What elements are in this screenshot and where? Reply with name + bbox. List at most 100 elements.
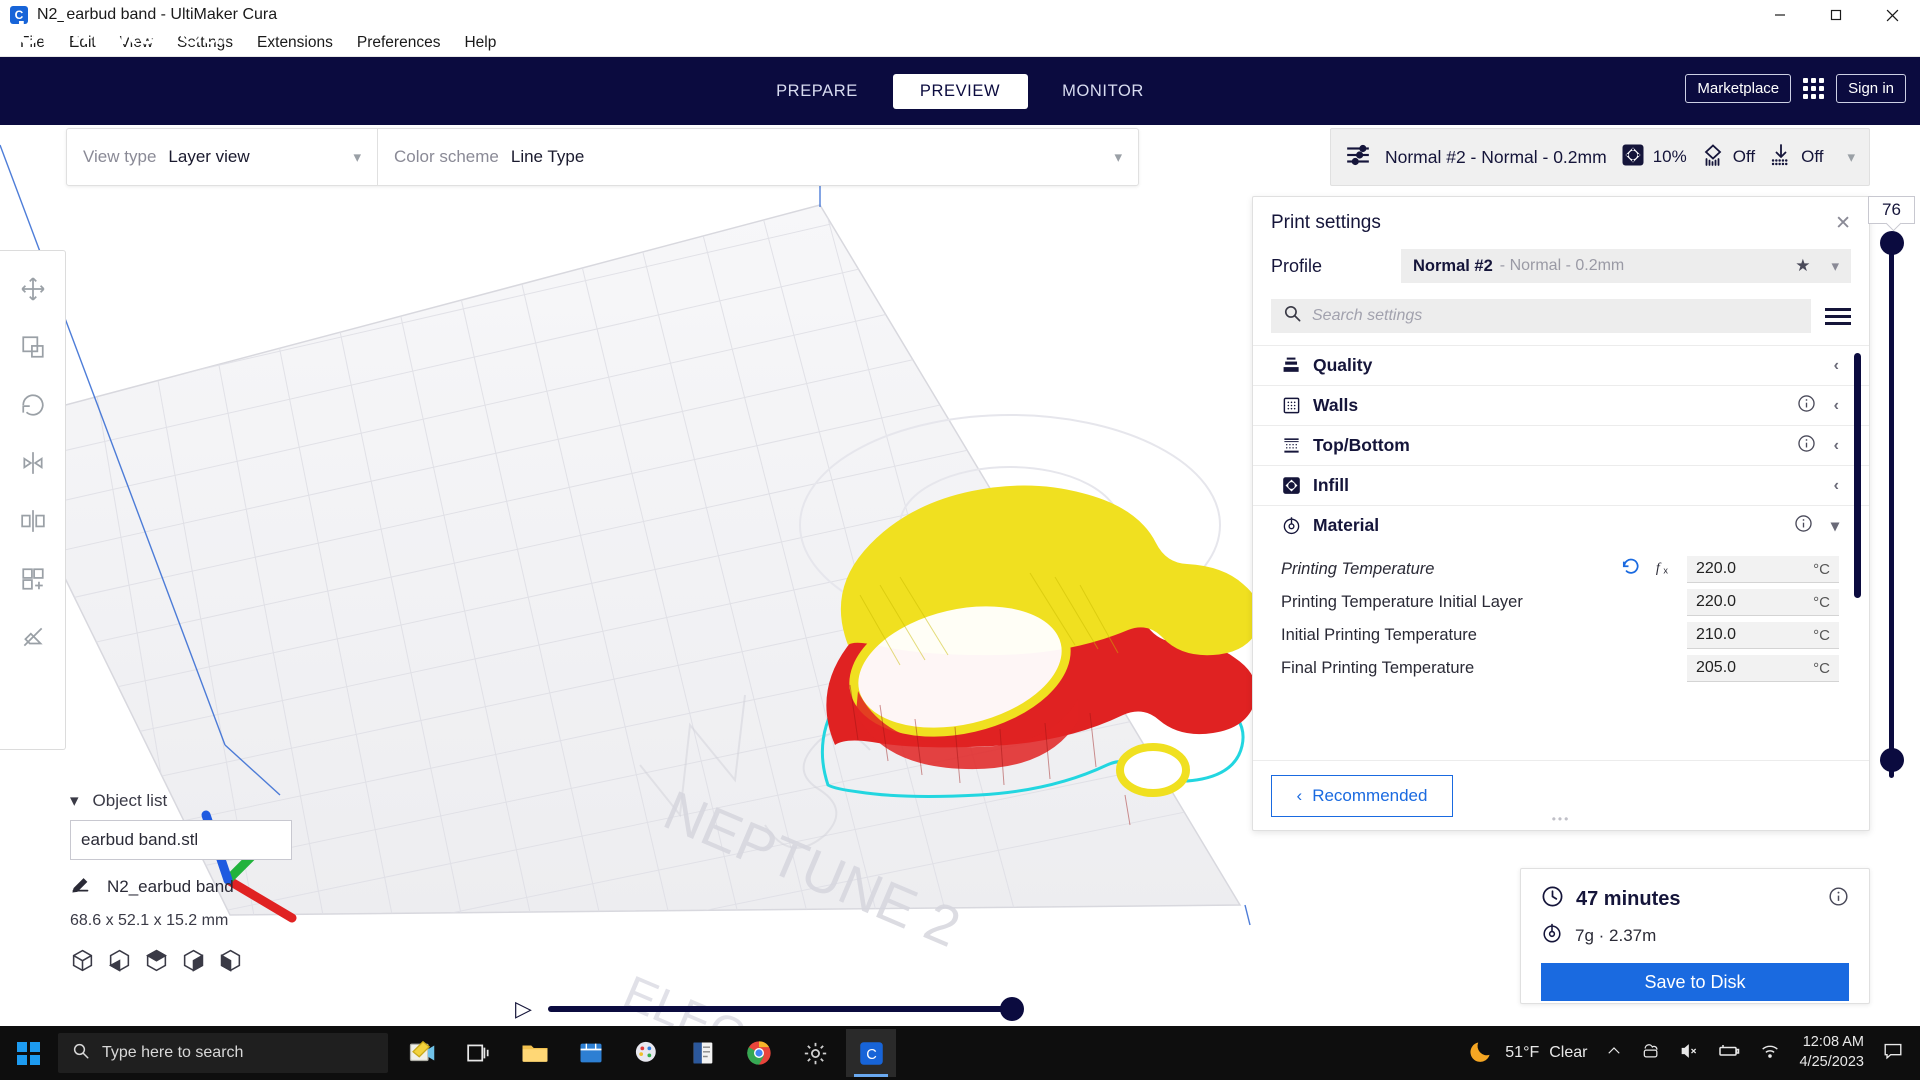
view-type-label: View type: [83, 147, 156, 167]
info-icon[interactable]: [1797, 434, 1816, 458]
setting-category-walls[interactable]: Walls ‹: [1253, 385, 1869, 425]
setting-initial-printing-temperature[interactable]: Initial Printing Temperature 210.0 °C: [1253, 619, 1869, 652]
setting-final-printing-temperature[interactable]: Final Printing Temperature 205.0 °C: [1253, 652, 1869, 685]
pencil-icon[interactable]: [70, 874, 91, 900]
object-list-item[interactable]: earbud band.stl: [70, 820, 292, 860]
windows-start-icon[interactable]: [0, 1026, 56, 1080]
hamburger-icon[interactable]: [1825, 308, 1851, 325]
layer-slider-handle-top[interactable]: [1880, 231, 1904, 255]
view-top-icon[interactable]: [144, 948, 169, 978]
battery-icon[interactable]: [1717, 1039, 1741, 1068]
rotate-tool-icon[interactable]: [7, 379, 59, 431]
info-icon[interactable]: [1828, 886, 1849, 912]
paint-icon[interactable]: [622, 1029, 672, 1077]
settings-list[interactable]: Quality ‹ Walls: [1253, 345, 1869, 760]
playback-slider-track[interactable]: [548, 1006, 1015, 1012]
marketplace-button[interactable]: Marketplace: [1685, 74, 1791, 103]
setting-value-field[interactable]: 220.0 °C: [1687, 556, 1839, 583]
chevron-down-icon[interactable]: ▾: [1837, 148, 1855, 166]
mirror-tool-icon[interactable]: [7, 437, 59, 489]
view-front-icon[interactable]: [107, 948, 132, 978]
print-setup-summary-bar[interactable]: Normal #2 - Normal - 0.2mm 10% Off: [1330, 128, 1870, 186]
menu-item-help[interactable]: Help: [452, 31, 508, 55]
svg-text:f: f: [1656, 560, 1662, 576]
view-3d-icon[interactable]: [70, 948, 95, 978]
play-icon[interactable]: ▷: [515, 996, 532, 1022]
setting-printing-temperature[interactable]: Printing Temperature f x: [1253, 553, 1869, 586]
tab-monitor[interactable]: MONITOR: [1036, 74, 1171, 109]
per-model-settings-icon[interactable]: [7, 553, 59, 605]
revert-icon[interactable]: [1621, 557, 1641, 582]
info-icon[interactable]: [1797, 394, 1816, 418]
taskview-icon[interactable]: [454, 1029, 504, 1077]
onedrive-icon[interactable]: [1641, 1041, 1661, 1066]
notes-icon[interactable]: [398, 1029, 448, 1077]
search-settings-box[interactable]: [1271, 299, 1811, 333]
layer-slider-track[interactable]: [1889, 238, 1894, 778]
close-icon[interactable]: ✕: [1835, 212, 1851, 235]
profile-select[interactable]: Normal #2 - Normal - 0.2mm ★ ▾: [1401, 249, 1851, 283]
setting-value-field[interactable]: 210.0 °C: [1687, 622, 1839, 649]
grid-apps-icon[interactable]: [1803, 78, 1824, 99]
category-label: Quality: [1313, 355, 1372, 376]
view-type-dropdown[interactable]: View type Layer view ▾: [67, 129, 377, 185]
chevron-down-icon[interactable]: ▾: [1831, 516, 1839, 536]
notification-icon[interactable]: [1882, 1040, 1904, 1067]
menu-item-preferences[interactable]: Preferences: [345, 31, 453, 55]
move-tool-icon[interactable]: [7, 263, 59, 315]
chevron-left-icon[interactable]: ‹: [1834, 477, 1839, 495]
minimize-icon[interactable]: [1752, 0, 1808, 30]
chevron-left-icon[interactable]: ‹: [1834, 437, 1839, 455]
setting-category-infill[interactable]: Infill ‹: [1253, 465, 1869, 505]
color-scheme-dropdown[interactable]: Color scheme Line Type ▾: [378, 129, 1138, 185]
summary-support[interactable]: Off: [1701, 143, 1755, 172]
tab-prepare[interactable]: PREPARE: [750, 74, 885, 109]
search-input[interactable]: [1312, 307, 1799, 325]
setting-value-field[interactable]: 220.0 °C: [1687, 589, 1839, 616]
word-icon[interactable]: [678, 1029, 728, 1077]
weather-widget[interactable]: 51°F Clear: [1469, 1038, 1587, 1069]
maximize-icon[interactable]: [1808, 0, 1864, 30]
chevron-down-icon[interactable]: ▾: [1831, 257, 1839, 275]
recommended-button[interactable]: ‹ Recommended: [1271, 775, 1453, 817]
chevron-left-icon[interactable]: ‹: [1834, 357, 1839, 375]
layer-slider-handle-bottom[interactable]: [1880, 748, 1904, 772]
setting-category-quality[interactable]: Quality ‹: [1253, 345, 1869, 385]
volume-mute-icon[interactable]: [1679, 1041, 1699, 1066]
setting-value-field[interactable]: 205.0 °C: [1687, 655, 1839, 682]
view-left-icon[interactable]: [181, 948, 206, 978]
support-blocker-icon[interactable]: [7, 611, 59, 663]
summary-adhesion[interactable]: Off: [1769, 143, 1823, 172]
save-to-disk-button[interactable]: Save to Disk: [1541, 963, 1849, 1001]
setting-category-material[interactable]: Material ▾: [1253, 505, 1869, 545]
sign-in-button[interactable]: Sign in: [1836, 74, 1906, 103]
wifi-icon[interactable]: [1759, 1040, 1781, 1067]
view-right-icon[interactable]: [218, 948, 243, 978]
settings-icon[interactable]: [790, 1029, 840, 1077]
tab-preview[interactable]: PREVIEW: [893, 74, 1028, 109]
scale-tool-icon[interactable]: [7, 321, 59, 373]
layer-slider[interactable]: 76: [1878, 196, 1906, 796]
file-explorer-icon[interactable]: [510, 1029, 560, 1077]
setting-category-top-bottom[interactable]: Top/Bottom ‹: [1253, 425, 1869, 465]
chrome-icon[interactable]: [734, 1029, 784, 1077]
chevron-left-icon[interactable]: ‹: [1834, 397, 1839, 415]
star-icon[interactable]: ★: [1795, 256, 1810, 276]
taskbar-clock[interactable]: 12:08 AM 4/25/2023: [1799, 1033, 1864, 1072]
menu-item-extensions[interactable]: Extensions: [245, 31, 345, 55]
close-icon[interactable]: [1864, 0, 1920, 30]
panel-resize-grip[interactable]: •••: [1552, 812, 1571, 826]
object-list-header[interactable]: ▾ Object list: [70, 791, 400, 811]
cura-icon[interactable]: C: [846, 1029, 896, 1077]
store-icon[interactable]: [566, 1029, 616, 1077]
setting-printing-temperature-initial-layer[interactable]: Printing Temperature Initial Layer 220.0…: [1253, 586, 1869, 619]
taskbar-search-box[interactable]: Type here to search: [58, 1033, 388, 1073]
chevron-up-icon[interactable]: [1605, 1042, 1623, 1065]
formula-icon[interactable]: f x: [1655, 557, 1675, 582]
mirror-axis-tool-icon[interactable]: [7, 495, 59, 547]
playback-slider-handle[interactable]: [1000, 997, 1024, 1021]
info-icon[interactable]: [1794, 514, 1813, 538]
chevron-down-icon[interactable]: ▾: [70, 791, 79, 811]
summary-infill[interactable]: 10%: [1621, 143, 1687, 172]
settings-scrollbar[interactable]: [1854, 353, 1861, 598]
